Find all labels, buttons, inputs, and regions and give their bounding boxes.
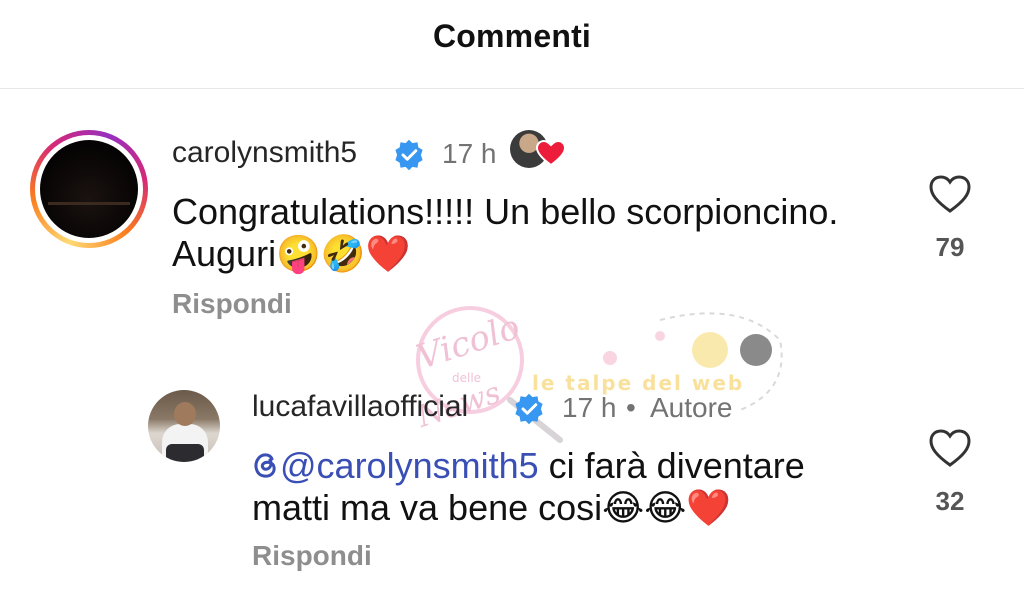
avatar-image [40, 140, 138, 238]
comment-text-line2: Auguri🤪🤣❤️ [172, 233, 411, 274]
like-count: 79 [935, 232, 965, 262]
comment-text-line1: Congratulations!!!!! Un bello scorpionci… [172, 191, 839, 232]
comment-username[interactable]: lucafavillaofficial [252, 390, 468, 424]
threads-icon [254, 453, 276, 478]
like-count: 32 [935, 486, 965, 516]
comment-time: 17 h [442, 138, 497, 169]
verified-badge-icon [515, 393, 543, 425]
watermark-logo: Vicolo delle News le talpe del web [412, 306, 783, 443]
comment-text-line2: matti ma va bene cosi😂😂❤️ [252, 487, 732, 528]
verified-badge-icon [395, 139, 423, 171]
comment-text-line1: @carolynsmith5 ci farà diventare [252, 444, 805, 488]
author-liked-heart-icon [536, 140, 566, 166]
svg-text:Vicolo: Vicolo [412, 307, 525, 378]
heart-icon[interactable] [928, 174, 972, 214]
reply-button[interactable]: Rispondi [252, 540, 372, 572]
comments-header: Commenti [0, 0, 1024, 89]
comment-username[interactable]: carolynsmith5 [172, 136, 357, 170]
comment-text-rest: ci farà diventare [538, 445, 805, 486]
separator-dot: • [626, 392, 636, 423]
svg-text:delle: delle [452, 371, 481, 385]
author-tag: Autore [650, 392, 733, 423]
mention-link[interactable]: @carolynsmith5 [280, 445, 539, 486]
heart-icon[interactable] [928, 428, 972, 468]
avatar[interactable] [30, 130, 148, 248]
page-title: Commenti [432, 17, 592, 54]
comment-time: 17 h [562, 392, 617, 423]
avatar[interactable] [148, 390, 220, 462]
reply-button[interactable]: Rispondi [172, 288, 292, 320]
